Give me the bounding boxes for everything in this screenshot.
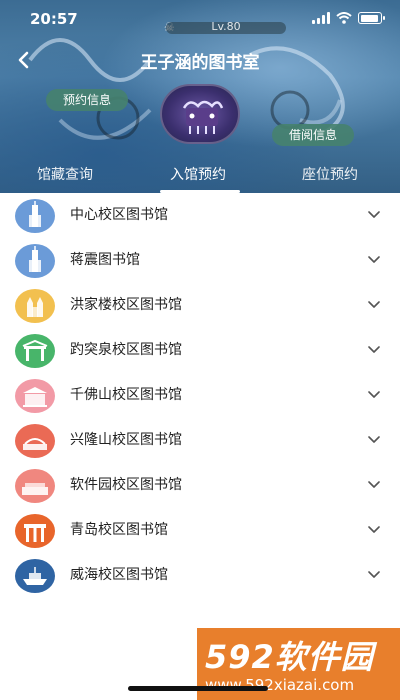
library-item[interactable]: 洪家楼校区图书馆: [0, 283, 400, 328]
header-banner: 20:57 ☠ Lv.80 王子涵的图书室 预约信息 借阅信息: [0, 0, 400, 193]
hall-icon: [15, 379, 55, 413]
level-bar: Lv.80: [166, 20, 286, 34]
level-text: Lv.80: [211, 20, 241, 33]
library-item[interactable]: 千佛山校区图书馆: [0, 373, 400, 418]
gateway-icon: [15, 514, 55, 548]
library-name: 洪家楼校区图书馆: [70, 297, 182, 313]
tab-bar: 馆藏查询 入馆预约 座位预约: [0, 156, 400, 193]
status-time: 20:57: [30, 10, 78, 28]
tab-collection-search[interactable]: 馆藏查询: [37, 164, 93, 184]
watermark-logo: 592软件园: [205, 638, 374, 676]
library-item[interactable]: 趵突泉校区图书馆: [0, 328, 400, 373]
chevron-down-icon[interactable]: [368, 435, 380, 445]
bridge-icon: [15, 424, 55, 458]
library-item[interactable]: 软件园校区图书馆: [0, 463, 400, 508]
long-building-icon: [15, 469, 55, 503]
library-item[interactable]: 青岛校区图书馆: [0, 508, 400, 553]
chevron-down-icon[interactable]: [368, 345, 380, 355]
library-name: 青岛校区图书馆: [70, 522, 168, 538]
tab-seat-reservation[interactable]: 座位预约: [302, 164, 358, 184]
wifi-icon: [336, 12, 352, 24]
library-name: 中心校区图书馆: [70, 207, 168, 223]
library-item[interactable]: 蒋震图书馆: [0, 238, 400, 283]
reserve-info-button[interactable]: 预约信息: [46, 89, 128, 111]
ship-icon: [15, 559, 55, 593]
library-item[interactable]: 中心校区图书馆: [0, 193, 400, 238]
chevron-down-icon[interactable]: [368, 390, 380, 400]
chevron-down-icon[interactable]: [368, 480, 380, 490]
tab-entry-reservation[interactable]: 入馆预约: [170, 164, 226, 184]
chevron-down-icon[interactable]: [368, 570, 380, 580]
status-icons: [312, 12, 385, 24]
library-list: 中心校区图书馆 蒋震图书馆洪家楼校区图书馆 趵突泉校区图书馆 千佛山校区图书馆 兴隆山校…: [0, 193, 400, 598]
watermark-url: www.592xiazai.com: [205, 676, 355, 694]
library-name: 兴隆山校区图书馆: [70, 432, 182, 448]
battery-icon: [358, 12, 385, 24]
library-item[interactable]: 兴隆山校区图书馆: [0, 418, 400, 463]
chevron-down-icon[interactable]: [368, 525, 380, 535]
avatar-image: [182, 100, 224, 134]
chevron-down-icon[interactable]: [368, 255, 380, 265]
cellular-signal-icon: [312, 12, 330, 24]
library-name: 蒋震图书馆: [70, 252, 140, 268]
tower-building-icon: [15, 199, 55, 233]
library-name: 威海校区图书馆: [70, 567, 168, 583]
page-title: 王子涵的图书室: [140, 53, 260, 73]
gate-icon: [15, 334, 55, 368]
chevron-down-icon[interactable]: [368, 300, 380, 310]
borrow-info-button[interactable]: 借阅信息: [272, 124, 354, 146]
tower-building-icon: [15, 244, 55, 278]
library-name: 趵突泉校区图书馆: [70, 342, 182, 358]
home-indicator: [128, 686, 268, 691]
avatar[interactable]: [160, 84, 240, 144]
library-item[interactable]: 威海校区图书馆: [0, 553, 400, 598]
library-name: 软件园校区图书馆: [70, 477, 182, 493]
church-icon: [15, 289, 55, 323]
battery-fill: [360, 14, 378, 22]
chevron-down-icon[interactable]: [368, 210, 380, 220]
library-name: 千佛山校区图书馆: [70, 387, 182, 403]
